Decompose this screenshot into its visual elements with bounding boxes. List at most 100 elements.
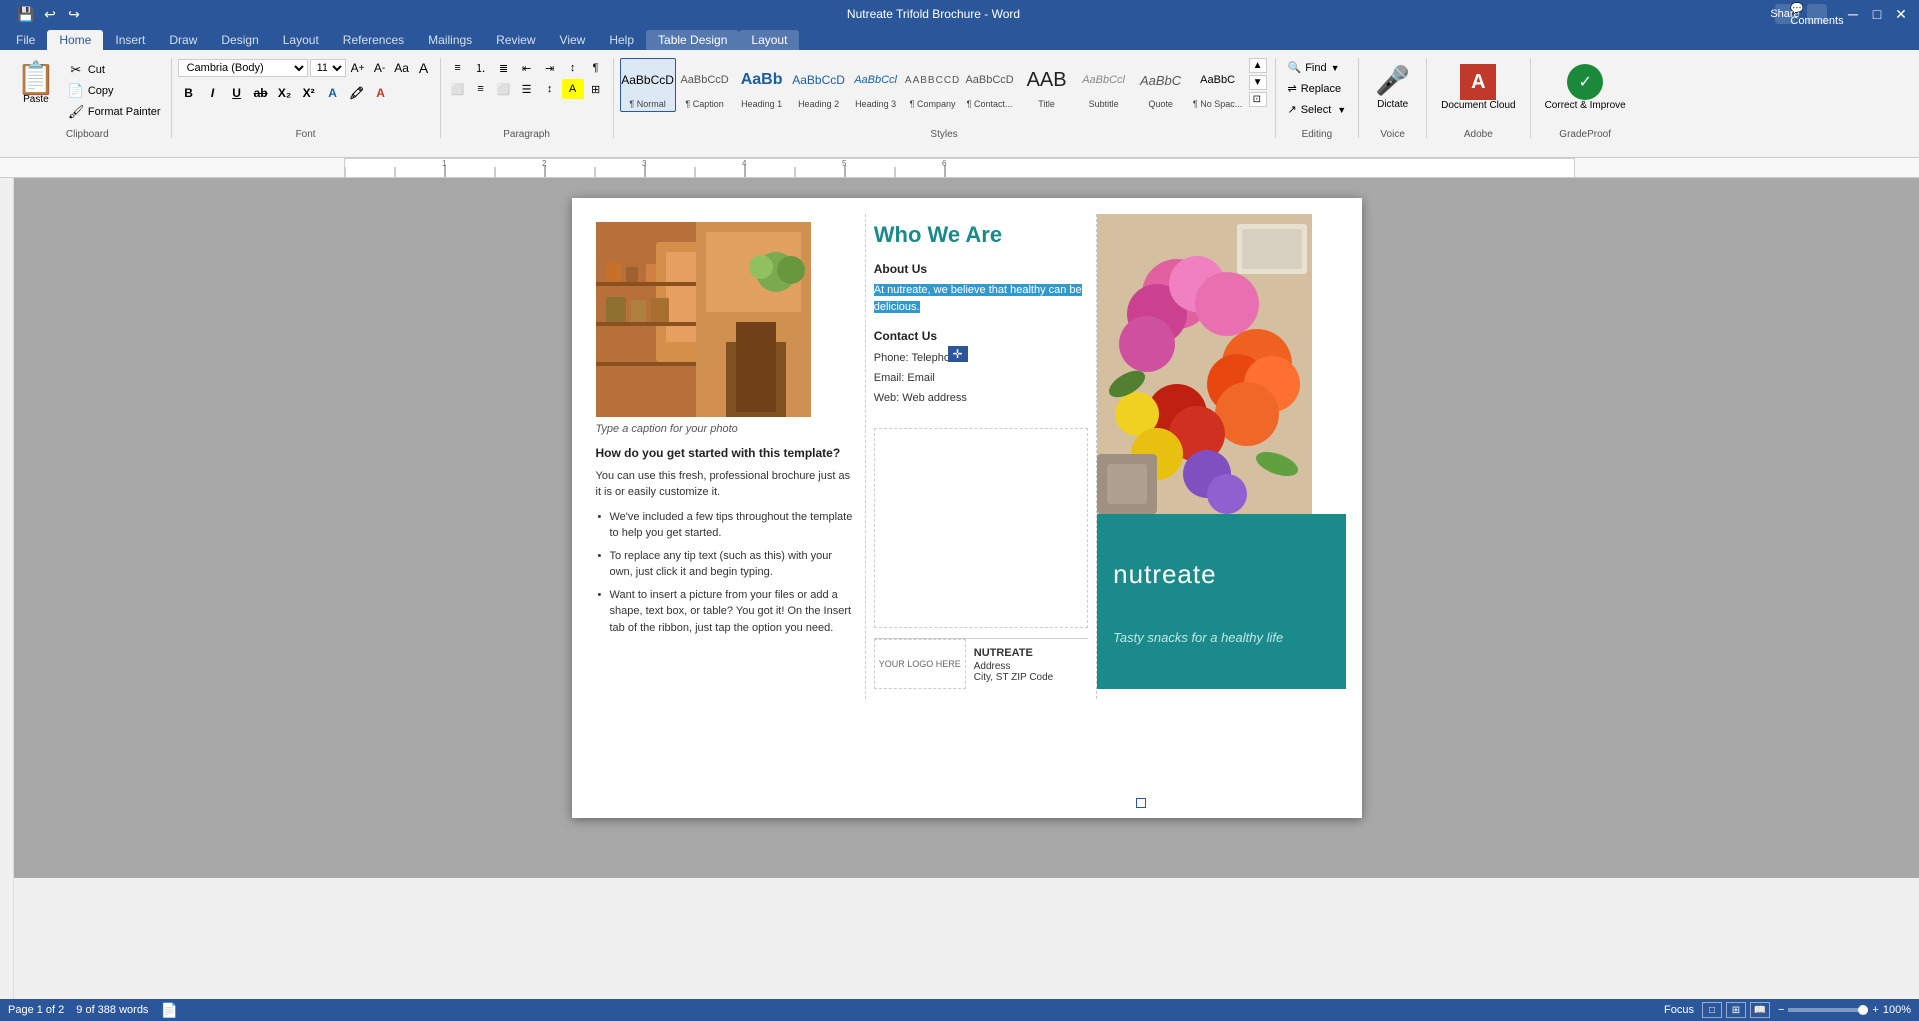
italic-button[interactable]: I	[202, 82, 224, 104]
styles-more[interactable]: ⊡	[1249, 92, 1267, 107]
sort-button[interactable]: ↕	[562, 58, 584, 78]
address-line: Address	[974, 661, 1053, 672]
line-spacing-button[interactable]: ↕	[539, 79, 561, 99]
tab-review[interactable]: Review	[484, 30, 547, 50]
decrease-font-button[interactable]: A-	[370, 58, 390, 78]
focus-label[interactable]: Focus	[1664, 1004, 1694, 1016]
tab-references[interactable]: References	[331, 30, 416, 50]
align-center-button[interactable]: ≡	[470, 79, 492, 99]
tab-home[interactable]: Home	[47, 30, 103, 50]
font-color-button[interactable]: A	[370, 82, 392, 104]
select-button[interactable]: ↗ Select ▼	[1282, 100, 1353, 119]
style-caption[interactable]: AaBbCcD ¶ Caption	[677, 58, 733, 112]
comments-button[interactable]: 💬 Comments	[1807, 4, 1827, 24]
font-family-select[interactable]: Cambria (Body)	[178, 59, 308, 77]
style-normal[interactable]: AaBbCcD ¶ Normal	[620, 58, 676, 112]
borders-button[interactable]: ⊞	[585, 79, 607, 99]
paste-button[interactable]: 📋 Paste	[10, 58, 62, 109]
change-case-button[interactable]: Aa	[392, 58, 412, 78]
show-hide-button[interactable]: ¶	[585, 58, 607, 78]
ruler-inner: 1 2 3 4 5 6	[344, 158, 1575, 178]
replace-button[interactable]: ⇌ Replace	[1282, 79, 1348, 98]
multilevel-list-button[interactable]: ≣	[493, 58, 515, 78]
style-subtitle[interactable]: AaBbCcl Subtitle	[1076, 58, 1132, 112]
tab-layout[interactable]: Layout	[271, 30, 331, 50]
tab-view[interactable]: View	[548, 30, 598, 50]
underline-button[interactable]: U	[226, 82, 248, 104]
strikethrough-button[interactable]: ab	[250, 82, 272, 104]
tab-file[interactable]: File	[4, 30, 47, 50]
tab-table-design[interactable]: Table Design	[646, 30, 739, 50]
print-layout-view-button[interactable]: □	[1702, 1002, 1722, 1018]
style-contact[interactable]: AaBbCcD ¶ Contact...	[962, 58, 1018, 112]
styles-scroll-down[interactable]: ▼	[1249, 75, 1267, 90]
clear-formatting-button[interactable]: A	[414, 58, 434, 78]
bullets-button[interactable]: ≡	[447, 58, 469, 78]
tab-design[interactable]: Design	[209, 30, 270, 50]
style-company[interactable]: AABBCCD ¶ Company	[905, 58, 961, 112]
photo-placeholder	[596, 222, 811, 417]
dictate-button[interactable]: 🎤 Dictate	[1365, 58, 1420, 116]
text-highlight-button[interactable]: 🖍	[346, 82, 368, 104]
save-button[interactable]: 💾	[16, 4, 36, 24]
minimize-button[interactable]: ─	[1843, 4, 1863, 24]
font-size-select[interactable]: 11	[310, 59, 346, 77]
styles-scroll-up[interactable]: ▲	[1249, 58, 1267, 73]
bold-button[interactable]: B	[178, 82, 200, 104]
table-resize-handle[interactable]	[1136, 798, 1146, 808]
style-no-spacing[interactable]: AaBbC ¶ No Spac...	[1190, 58, 1246, 112]
read-mode-button[interactable]: 📖	[1750, 1002, 1770, 1018]
tab-layout2[interactable]: Layout	[739, 30, 799, 50]
style-heading3[interactable]: AaBbCcl Heading 3	[848, 58, 904, 112]
maximize-button[interactable]: □	[1867, 4, 1887, 24]
increase-indent-button[interactable]: ⇥	[539, 58, 561, 78]
zoom-slider-track[interactable]	[1788, 1008, 1868, 1012]
correct-improve-button[interactable]: ✓ Correct & Improve	[1537, 58, 1634, 117]
style-heading2[interactable]: AaBbCcD Heading 2	[791, 58, 847, 112]
copy-button[interactable]: 📄 Copy	[64, 81, 165, 101]
justify-button[interactable]: ☰	[516, 79, 538, 99]
document-cloud-button[interactable]: A Document Cloud	[1433, 58, 1523, 117]
redo-button[interactable]: ↪	[64, 4, 84, 24]
table-move-handle[interactable]: ✛	[948, 346, 968, 362]
find-dropdown[interactable]: ▼	[1331, 63, 1340, 73]
proofing-icon[interactable]: 📄	[160, 1002, 177, 1019]
document-scroll-area[interactable]: ✛	[14, 178, 1919, 878]
web-layout-view-button[interactable]: ⊞	[1726, 1002, 1746, 1018]
zoom-in-button[interactable]: +	[1872, 1004, 1878, 1016]
decrease-indent-button[interactable]: ⇤	[516, 58, 538, 78]
superscript-button[interactable]: X²	[298, 82, 320, 104]
style-title[interactable]: AAB Title	[1019, 58, 1075, 112]
text-effects-button[interactable]: A	[322, 82, 344, 104]
align-left-button[interactable]: ⬜	[447, 79, 469, 99]
zoom-slider-thumb	[1858, 1005, 1868, 1015]
left-margin-indicator	[0, 178, 14, 999]
close-button[interactable]: ✕	[1891, 4, 1911, 24]
quick-access-toolbar: 💾 ↩ ↪	[8, 4, 92, 24]
style-quote[interactable]: AaBbC Quote	[1133, 58, 1189, 112]
find-button[interactable]: 🔍 Find ▼	[1282, 58, 1346, 77]
style-heading2-preview: AaBbCcD	[793, 61, 845, 99]
flower-photo	[1097, 214, 1312, 514]
numbering-button[interactable]: ⒈	[470, 58, 492, 78]
zoom-level[interactable]: 100%	[1883, 1004, 1911, 1016]
column2-cell: Who We Are About Us At nutreate, we beli…	[865, 214, 1096, 699]
format-painter-button[interactable]: 🖌 Format Painter	[64, 102, 165, 122]
undo-button[interactable]: ↩	[40, 4, 60, 24]
tab-draw[interactable]: Draw	[157, 30, 209, 50]
style-heading1[interactable]: AaBb Heading 1	[734, 58, 790, 112]
shading-button[interactable]: A	[562, 79, 584, 99]
increase-font-button[interactable]: A+	[348, 58, 368, 78]
tab-insert[interactable]: Insert	[103, 30, 157, 50]
tab-mailings[interactable]: Mailings	[416, 30, 484, 50]
subscript-button[interactable]: X₂	[274, 82, 296, 104]
word-count: 9 of 388 words	[76, 1004, 148, 1016]
tab-help[interactable]: Help	[597, 30, 646, 50]
align-right-button[interactable]: ⬜	[493, 79, 515, 99]
paste-icon: 📋	[16, 62, 56, 94]
select-dropdown[interactable]: ▼	[1337, 105, 1346, 115]
style-heading3-label: Heading 3	[855, 99, 896, 109]
style-contact-preview: AaBbCcD	[964, 61, 1016, 99]
cut-button[interactable]: ✂ Cut	[64, 60, 165, 80]
zoom-out-button[interactable]: −	[1778, 1004, 1784, 1016]
